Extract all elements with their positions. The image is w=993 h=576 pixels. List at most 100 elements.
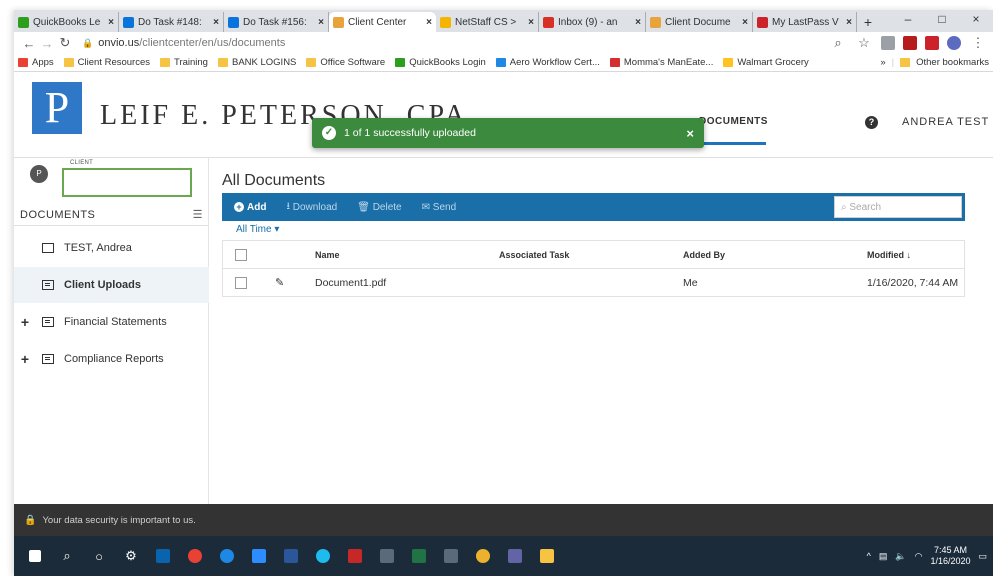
browser-tab[interactable]: QuickBooks Le × xyxy=(14,12,119,32)
clock[interactable]: 7:45 AM 1/16/2020 xyxy=(930,545,970,567)
bookmark-apps[interactable]: Apps xyxy=(18,57,54,68)
url-host: onvio.us xyxy=(98,37,140,49)
firm-logo[interactable]: P xyxy=(32,82,82,134)
back-arrow-icon[interactable]: ← xyxy=(20,36,38,51)
table-header-row: Name Associated Task Added By Modified ↓ xyxy=(223,240,964,268)
forward-arrow-icon[interactable]: → xyxy=(38,36,56,51)
chevron-up-icon[interactable]: ^ xyxy=(867,551,871,561)
download-button[interactable]: ⭳ Download xyxy=(286,199,337,216)
browser-tab[interactable]: NetStaff CS > × xyxy=(436,12,539,32)
bookmark-link[interactable]: Momma's ManEate... xyxy=(609,57,713,68)
ie-taskbar-button[interactable] xyxy=(308,541,338,571)
search-taskbar-button[interactable]: ⌕ xyxy=(52,541,82,571)
profile-avatar-icon[interactable] xyxy=(947,36,961,50)
expand-plus-icon[interactable]: + xyxy=(16,351,34,367)
close-icon[interactable]: × xyxy=(213,17,219,28)
list-menu-icon[interactable]: ☰ xyxy=(193,208,203,221)
documents-header-label: DOCUMENTS xyxy=(20,208,96,221)
word-taskbar-button[interactable] xyxy=(276,541,306,571)
acrobat-taskbar-button[interactable] xyxy=(340,541,370,571)
search-input[interactable]: ⌕ Search xyxy=(834,196,962,218)
user-menu[interactable]: ANDREA TEST ▾ xyxy=(902,115,993,128)
volume-icon[interactable]: 🔈 xyxy=(895,551,906,562)
teams-taskbar-button[interactable] xyxy=(500,541,530,571)
start-button[interactable] xyxy=(20,541,50,571)
tab-documents[interactable]: DOCUMENTS xyxy=(699,116,768,127)
client-selector[interactable] xyxy=(62,168,192,197)
close-icon[interactable]: × xyxy=(635,17,641,28)
select-all-checkbox[interactable] xyxy=(235,248,247,261)
column-header-task[interactable]: Associated Task xyxy=(499,250,569,260)
app-taskbar-button[interactable] xyxy=(372,541,402,571)
zoom-icon[interactable]: ⌕ xyxy=(829,35,847,51)
bookmark-link[interactable]: Aero Workflow Cert... xyxy=(495,57,600,68)
bookmark-link[interactable]: Walmart Grocery xyxy=(723,57,809,68)
help-icon[interactable]: ? xyxy=(865,116,878,129)
slack-taskbar-button[interactable] xyxy=(468,541,498,571)
document-name[interactable]: Document1.pdf xyxy=(315,277,386,289)
close-icon[interactable]: × xyxy=(426,17,432,28)
star-icon[interactable]: ☆ xyxy=(855,35,873,51)
bookmarks-overflow-button[interactable]: » xyxy=(880,57,885,68)
column-header-added-by[interactable]: Added By xyxy=(683,250,725,260)
chrome-taskbar-button[interactable] xyxy=(180,541,210,571)
new-tab-button[interactable]: + xyxy=(857,12,879,32)
table-row[interactable]: ✎ Document1.pdf Me 1/16/2020, 7:44 AM xyxy=(223,268,964,296)
browser-tab[interactable]: Do Task #148: × xyxy=(119,12,224,32)
bookmark-link[interactable]: QuickBooks Login xyxy=(395,57,486,68)
browser-tab[interactable]: Do Task #156: × xyxy=(224,12,329,32)
column-header-name[interactable]: Name xyxy=(315,250,340,260)
netstaff-favicon-icon xyxy=(440,16,451,28)
add-button[interactable]: + Add xyxy=(234,202,266,213)
lastpass-extension-icon[interactable] xyxy=(925,36,939,50)
close-icon[interactable]: × xyxy=(318,17,324,28)
close-icon[interactable]: × xyxy=(528,17,534,28)
notification-icon[interactable]: ▭ xyxy=(978,551,987,562)
bookmark-folder[interactable]: Training xyxy=(160,57,208,68)
explorer-taskbar-button[interactable] xyxy=(532,541,562,571)
sidebar-item-test-andrea[interactable]: TEST, Andrea xyxy=(14,230,209,266)
bookmark-folder[interactable]: BANK LOGINS xyxy=(217,57,296,68)
time-filter-dropdown[interactable]: All Time ▾ xyxy=(236,224,279,235)
app-taskbar-button[interactable] xyxy=(436,541,466,571)
client-avatar[interactable]: P xyxy=(30,165,48,183)
wifi-icon[interactable]: ◠ xyxy=(915,551,923,562)
row-checkbox[interactable] xyxy=(235,276,247,289)
minimize-button[interactable]: – xyxy=(891,10,925,30)
zoom-taskbar-button[interactable] xyxy=(244,541,274,571)
browser-tab-active[interactable]: Client Center × xyxy=(329,12,436,32)
network-icon[interactable]: ▤ xyxy=(879,551,888,562)
close-window-button[interactable]: × xyxy=(959,10,993,30)
sidebar-item-financial-statements[interactable]: + Financial Statements xyxy=(14,304,209,340)
sidebar-item-compliance-reports[interactable]: + Compliance Reports xyxy=(14,341,209,377)
settings-taskbar-button[interactable]: ⚙ xyxy=(116,541,146,571)
close-icon[interactable]: × xyxy=(846,17,852,28)
delete-button[interactable]: 🗑 Delete xyxy=(357,202,401,213)
close-icon[interactable]: × xyxy=(108,17,114,28)
excel-taskbar-button[interactable] xyxy=(404,541,434,571)
maximize-button[interactable]: □ xyxy=(925,10,959,30)
browser-tab[interactable]: Client Docume × xyxy=(646,12,753,32)
cortana-button[interactable]: ○ xyxy=(84,541,114,571)
send-button[interactable]: ✉ Send xyxy=(422,202,457,213)
url-field[interactable]: 🔒 onvio.us/clientcenter/en/us/documents xyxy=(82,37,829,49)
edit-pencil-icon[interactable]: ✎ xyxy=(275,276,284,289)
toast-close-button[interactable]: × xyxy=(686,126,694,141)
edge-taskbar-button[interactable] xyxy=(212,541,242,571)
acrobat-extension-icon[interactable] xyxy=(903,36,917,50)
kebab-menu-icon[interactable]: ⋮ xyxy=(969,35,987,51)
sidebar-item-client-uploads[interactable]: Client Uploads xyxy=(14,267,209,303)
column-header-modified[interactable]: Modified ↓ xyxy=(867,250,911,260)
other-bookmarks[interactable]: Other bookmarks xyxy=(916,57,989,68)
bookmark-folder[interactable]: Client Resources xyxy=(63,57,150,68)
bookmark-folder[interactable]: Office Software xyxy=(306,57,385,68)
expand-plus-icon[interactable]: + xyxy=(16,314,34,330)
client-center-favicon-icon xyxy=(333,16,344,28)
extension-icon[interactable] xyxy=(881,36,895,50)
browser-tab[interactable]: Inbox (9) - an × xyxy=(539,12,646,32)
outlook-taskbar-button[interactable] xyxy=(148,541,178,571)
reload-icon[interactable]: ↻ xyxy=(56,35,74,51)
sidebar: P CLIENT DOCUMENTS ☰ TEST, Andrea Client… xyxy=(14,158,209,504)
close-icon[interactable]: × xyxy=(742,17,748,28)
browser-tab[interactable]: My LastPass V × xyxy=(753,12,857,32)
